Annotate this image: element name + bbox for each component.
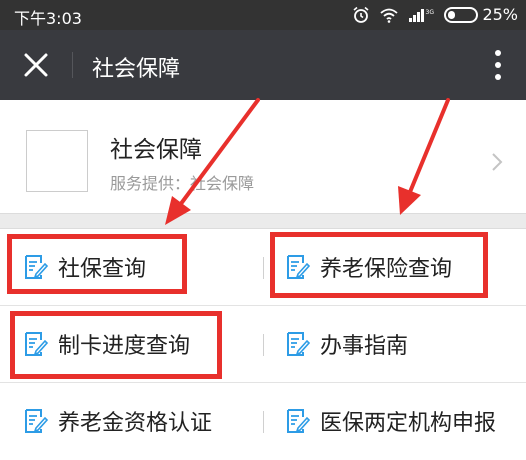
document-edit-icon: [25, 255, 48, 279]
column-divider: [263, 411, 264, 433]
menu-item-pension-qualification-auth[interactable]: 养老金资格认证: [24, 383, 212, 459]
status-time: 下午3:03: [14, 9, 82, 28]
menu-item-label: 养老保险查询: [320, 257, 453, 282]
title-bar: 社会保障: [0, 30, 526, 100]
menu-item-label: 办事指南: [320, 334, 409, 359]
service-logo: [26, 130, 88, 192]
wifi-icon: [380, 8, 399, 23]
menu-item-pension-insurance-query[interactable]: 养老保险查询: [286, 229, 452, 305]
menu-row: 社保查询 养老保险查询: [0, 229, 526, 306]
more-icon[interactable]: [492, 48, 504, 82]
menu-item-label: 制卡进度查询: [58, 334, 191, 359]
battery-indicator: 25%: [444, 5, 518, 24]
menu-item-service-guide[interactable]: 办事指南: [286, 306, 408, 382]
column-divider: [263, 257, 264, 279]
battery-percent: 25%: [482, 5, 518, 24]
service-provider: 服务提供：社会保障: [110, 174, 255, 193]
menu-item-label: 社保查询: [58, 257, 147, 282]
alarm-icon: [353, 6, 369, 23]
signal-icon: 3G: [409, 8, 435, 22]
close-icon[interactable]: [20, 49, 52, 81]
service-name: 社会保障: [110, 137, 202, 163]
document-edit-icon: [25, 409, 48, 433]
status-indicators: 3G 25%: [352, 5, 518, 24]
document-edit-icon: [287, 255, 310, 279]
service-menu: 社保查询 养老保险查询 制卡进度查询 办事指南 养老金资格认证 医保两定机构申报: [0, 228, 526, 460]
menu-item-label: 养老金资格认证: [58, 411, 213, 436]
svg-text:3G: 3G: [426, 9, 435, 16]
document-edit-icon: [25, 332, 48, 356]
service-profile-card[interactable]: 社会保障 服务提供：社会保障: [0, 100, 526, 214]
battery-icon: [444, 6, 479, 23]
menu-row: 养老金资格认证 医保两定机构申报: [0, 383, 526, 460]
column-divider: [263, 334, 264, 356]
document-edit-icon: [287, 409, 310, 433]
document-edit-icon: [287, 332, 310, 356]
chevron-right-icon: [492, 153, 503, 171]
menu-item-social-security-query[interactable]: 社保查询: [24, 229, 146, 305]
status-bar: 下午3:03 3G 25%: [0, 0, 526, 30]
menu-item-medical-designated-institution[interactable]: 医保两定机构申报: [286, 383, 496, 459]
menu-item-card-progress-query[interactable]: 制卡进度查询: [24, 306, 190, 382]
page-title: 社会保障: [92, 57, 181, 82]
menu-row: 制卡进度查询 办事指南: [0, 306, 526, 383]
header-divider: [72, 52, 73, 78]
menu-item-label: 医保两定机构申报: [320, 411, 497, 436]
battery-fill: [448, 10, 456, 19]
